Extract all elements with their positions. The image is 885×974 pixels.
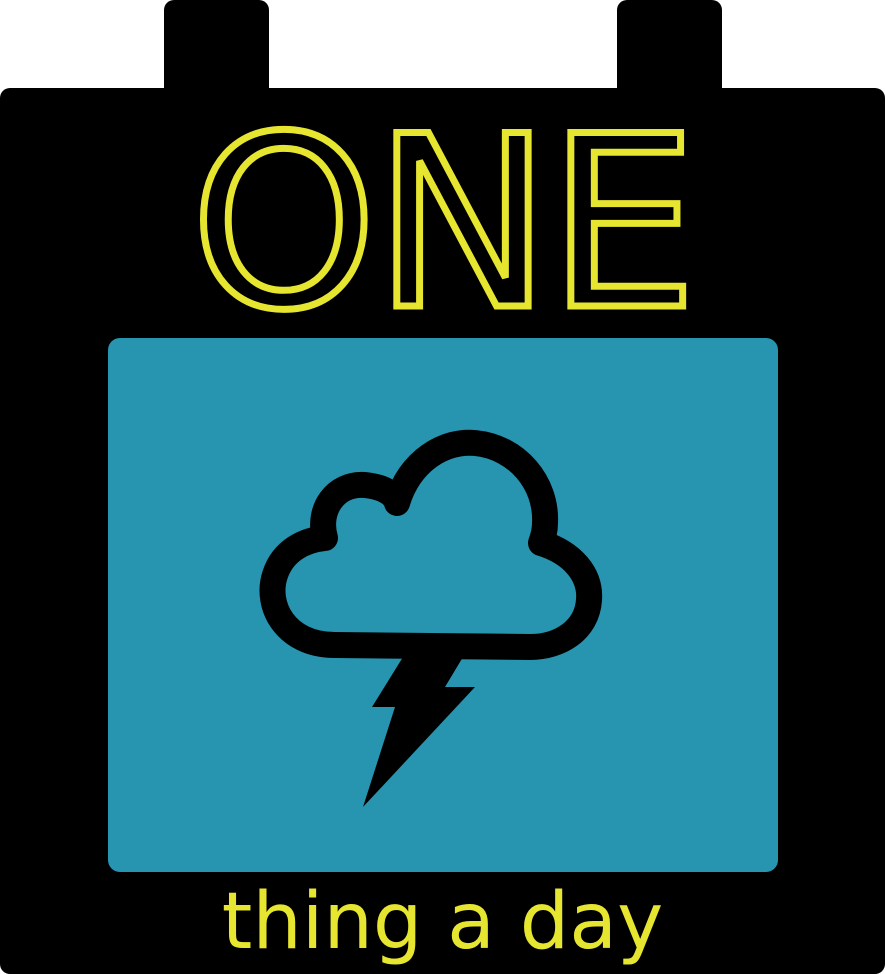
logo-title: ONE bbox=[190, 88, 694, 338]
logo-tagline: thing a day bbox=[221, 877, 664, 967]
logo-title-art: ONE bbox=[187, 88, 702, 338]
storm-cloud-lightning-icon bbox=[259, 429, 603, 807]
one-thing-a-day-logo: ONE thing a day bbox=[0, 0, 885, 974]
